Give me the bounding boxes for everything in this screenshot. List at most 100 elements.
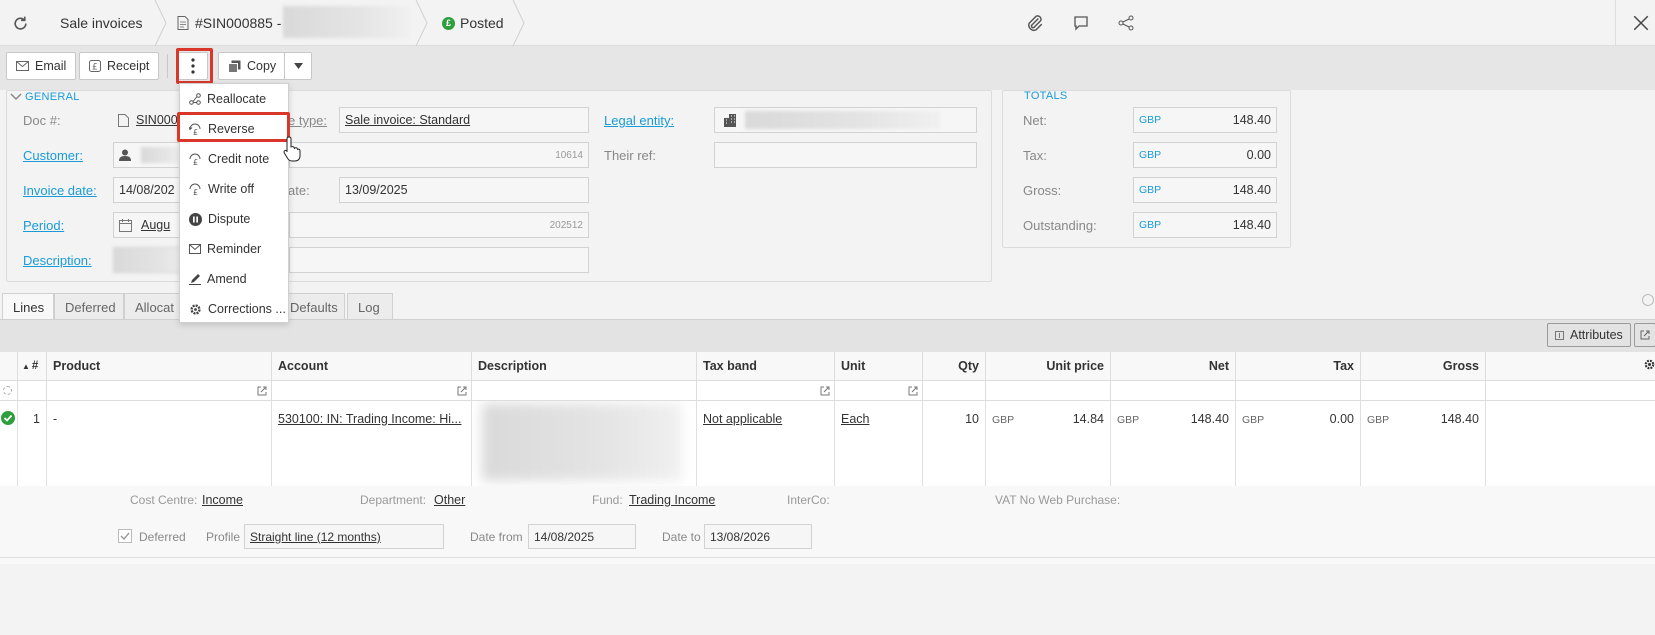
legal-entity-label[interactable]: Legal entity:: [604, 113, 674, 128]
row-unit[interactable]: Each: [835, 401, 923, 486]
date-to-field[interactable]: 13/08/2026: [704, 524, 812, 549]
menu-item-reallocate[interactable]: Reallocate: [180, 84, 288, 114]
row-tax-band-value[interactable]: Not applicable: [703, 412, 782, 426]
filter-net[interactable]: [1111, 380, 1236, 401]
receipt-button[interactable]: £ Receipt: [79, 52, 160, 80]
currency-code: GBP: [1139, 114, 1162, 126]
filter-tax[interactable]: [1236, 380, 1361, 401]
breadcrumb-separator: [154, 0, 168, 47]
email-button[interactable]: Email: [6, 52, 77, 80]
filter-description[interactable]: [472, 380, 697, 401]
filter-unit-price[interactable]: [986, 380, 1111, 401]
tab-defaults[interactable]: Defaults: [283, 293, 345, 320]
menu-item-corrections[interactable]: Corrections ...: [180, 294, 288, 324]
grid-header-unit[interactable]: Unit: [835, 352, 923, 380]
grid-header-net[interactable]: Net: [1111, 352, 1236, 380]
row-status-cell[interactable]: [0, 401, 18, 486]
tab-log[interactable]: Log: [347, 293, 393, 320]
popout-button[interactable]: [1634, 323, 1655, 347]
filter-unit[interactable]: [835, 380, 923, 401]
filter-num[interactable]: [18, 380, 47, 401]
breadcrumb-sale-invoices[interactable]: Sale invoices: [60, 0, 143, 46]
their-ref-field[interactable]: [714, 142, 977, 168]
menu-item-corrections-label: Corrections ...: [208, 302, 286, 316]
comment-icon[interactable]: [1070, 12, 1092, 34]
legal-entity-field[interactable]: [714, 107, 977, 133]
row-account-value[interactable]: 530100: IN: Trading Income: Hi...: [278, 412, 461, 426]
row-tax[interactable]: GBP 0.00: [1236, 401, 1361, 486]
credit-note-icon: £: [189, 153, 201, 165]
description-extra-field[interactable]: [289, 247, 589, 273]
document-icon: [118, 113, 129, 127]
close-icon[interactable]: [1630, 12, 1652, 34]
menu-item-amend[interactable]: Amend: [180, 264, 288, 294]
grid-header-num[interactable]: ▲ #: [18, 352, 47, 380]
copy-button[interactable]: Copy: [218, 52, 286, 80]
workflow-icon[interactable]: [1115, 12, 1137, 34]
general-section-header[interactable]: GENERAL: [10, 91, 80, 103]
row-product[interactable]: -: [47, 401, 272, 486]
tab-deferred[interactable]: Deferred: [54, 293, 124, 320]
grid-header-product[interactable]: Product: [47, 352, 272, 380]
attributes-button[interactable]: Attributes: [1547, 323, 1631, 347]
row-account[interactable]: 530100: IN: Trading Income: Hi...: [272, 401, 472, 486]
breadcrumb-document[interactable]: #SIN000885 -: [177, 0, 281, 46]
menu-item-dispute[interactable]: Dispute: [180, 204, 288, 234]
customer-name-field[interactable]: 10614: [289, 142, 589, 168]
lookup-icon: [257, 386, 267, 396]
filter-product[interactable]: [47, 380, 272, 401]
deferred-checkbox[interactable]: [118, 529, 132, 543]
highlight-reverse-item: [177, 112, 290, 142]
grid-header-gross[interactable]: Gross: [1361, 352, 1486, 380]
period-label[interactable]: Period:: [23, 218, 64, 233]
grid-header-unit-price[interactable]: Unit price: [986, 352, 1111, 380]
department-value[interactable]: Other: [434, 493, 465, 507]
due-date-field[interactable]: 13/09/2025: [339, 177, 589, 203]
attachment-icon[interactable]: [1024, 12, 1046, 34]
filter-qty[interactable]: [923, 380, 986, 401]
filter-tax-band[interactable]: [697, 380, 835, 401]
profile-field[interactable]: Straight line (12 months): [244, 524, 444, 549]
menu-item-reminder[interactable]: Reminder: [180, 234, 288, 264]
currency-code: GBP: [992, 414, 1015, 426]
fund-value[interactable]: Trading Income: [629, 493, 715, 507]
column-settings-gear-icon[interactable]: [1643, 358, 1655, 374]
period-name-field[interactable]: 202512: [289, 212, 589, 238]
lookup-icon: [457, 386, 467, 396]
grid-header-tax-band[interactable]: Tax band: [697, 352, 835, 380]
tab-allocations[interactable]: Allocat: [124, 293, 184, 320]
menu-item-write-off[interactable]: £ Write off: [180, 174, 288, 204]
refresh-icon[interactable]: [10, 13, 30, 33]
grid-header-tax[interactable]: Tax: [1236, 352, 1361, 380]
row-gross[interactable]: GBP 148.40: [1361, 401, 1486, 486]
menu-item-credit-note[interactable]: £ Credit note: [180, 144, 288, 174]
row-description[interactable]: [472, 401, 697, 486]
net-total-field: GBP 148.40: [1133, 107, 1277, 133]
add-tab-icon[interactable]: [1642, 294, 1654, 306]
invoice-type-field[interactable]: Sale invoice: Standard: [339, 107, 589, 133]
filter-account[interactable]: [272, 380, 472, 401]
filter-gross[interactable]: [1361, 380, 1486, 401]
pause-circle-icon: [189, 212, 202, 226]
row-net[interactable]: GBP 148.40: [1111, 401, 1236, 486]
customer-label[interactable]: Customer:: [23, 148, 83, 163]
row-net-value: 148.40: [1190, 412, 1229, 426]
grid-header-qty[interactable]: Qty: [923, 352, 986, 380]
grid-header-account[interactable]: Account: [272, 352, 472, 380]
row-tax-band[interactable]: Not applicable: [697, 401, 835, 486]
toolbar-divider: [167, 54, 168, 78]
grid-header-description[interactable]: Description: [472, 352, 697, 380]
cost-centre-label: Cost Centre:: [130, 493, 198, 507]
lookup-icon: [908, 386, 918, 396]
row-unit-price[interactable]: GBP 14.84: [986, 401, 1111, 486]
cost-centre-value[interactable]: Income: [202, 493, 243, 507]
copy-dropdown-button[interactable]: [284, 52, 312, 80]
tab-lines[interactable]: Lines: [2, 293, 54, 320]
filter-select[interactable]: [0, 380, 18, 401]
reallocate-icon: [189, 93, 201, 105]
svg-text:£: £: [92, 63, 98, 73]
row-qty[interactable]: 10: [923, 401, 986, 486]
date-from-field[interactable]: 14/08/2025: [528, 524, 636, 549]
row-unit-value[interactable]: Each: [841, 412, 870, 426]
gross-label: Gross:: [1023, 183, 1062, 198]
